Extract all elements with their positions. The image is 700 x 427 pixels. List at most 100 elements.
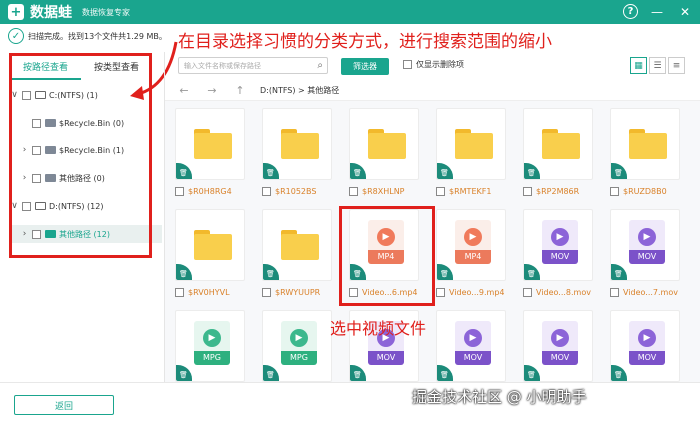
deleted-badge-icon: 🗑 (611, 264, 627, 280)
deleted-badge-icon: 🗑 (437, 264, 453, 280)
list-view-icon[interactable]: ☰ (649, 57, 666, 74)
folder-card[interactable]: 🗑 (523, 108, 593, 180)
file-card[interactable]: ▶ MPG 🗑 (262, 310, 332, 382)
only-deleted-toggle[interactable]: 仅显示删除项 (403, 59, 464, 70)
deleted-badge-icon: 🗑 (437, 163, 453, 179)
deleted-badge-icon: 🗑 (524, 264, 540, 280)
file-card[interactable]: ▶ MPG 🗑 (175, 310, 245, 382)
file-name: $RV0HYVL (188, 288, 230, 297)
nav-bar: ← → ↑ D:(NTFS) > 其他路径 (165, 80, 700, 100)
folder-card[interactable]: 🗑 (175, 209, 245, 281)
file-caption[interactable]: $RV0HYVL (175, 288, 230, 297)
folder-icon (194, 129, 232, 159)
grid-view-icon[interactable]: ▦ (630, 57, 647, 74)
checkbox[interactable] (262, 288, 271, 297)
checkbox[interactable] (436, 288, 445, 297)
file-type-label: MOV (542, 351, 578, 365)
file-caption[interactable]: $R0H8RG4 (175, 187, 232, 196)
video-file-icon: ▶ MPG (281, 321, 317, 365)
view-toggle: ▦ ☰ ≡ (628, 57, 685, 74)
file-name: Video...7.mov (623, 288, 678, 297)
deleted-badge-icon: 🗑 (176, 365, 192, 381)
file-caption[interactable]: Video...9.mp4 (436, 288, 505, 297)
up-arrow-icon[interactable]: ↑ (231, 84, 249, 97)
file-type-label: MP4 (455, 250, 491, 264)
folder-card[interactable]: 🗑 (436, 108, 506, 180)
back-arrow-icon[interactable]: ← (175, 84, 193, 97)
annotation-top: 在目录选择习惯的分类方式，进行搜索范围的缩小 (178, 32, 552, 52)
checkbox[interactable] (175, 288, 184, 297)
video-file-icon: ▶ MOV (455, 321, 491, 365)
deleted-badge-icon: 🗑 (350, 163, 366, 179)
file-card[interactable]: ▶ MOV 🗑 (523, 310, 593, 382)
checkbox[interactable] (610, 187, 619, 196)
file-type-label: MPG (281, 351, 317, 365)
video-file-icon: ▶ MOV (542, 220, 578, 264)
filter-button[interactable]: 筛选器 (341, 58, 389, 75)
search-icon[interactable]: ⌕ (317, 60, 323, 71)
file-card[interactable]: ▶ MP4 🗑 (436, 209, 506, 281)
video-file-icon: ▶ MPG (194, 321, 230, 365)
file-name: $R1052BS (275, 187, 317, 196)
close-button[interactable]: ✕ (676, 3, 694, 21)
deleted-badge-icon: 🗑 (611, 163, 627, 179)
detail-view-icon[interactable]: ≡ (668, 57, 685, 74)
forward-arrow-icon[interactable]: → (203, 84, 221, 97)
checkbox[interactable] (523, 288, 532, 297)
checkbox[interactable] (403, 60, 412, 69)
file-name: Video...8.mov (536, 288, 591, 297)
file-card[interactable]: ▶ MOV 🗑 (610, 310, 680, 382)
folder-icon (281, 129, 319, 159)
checkbox[interactable] (523, 187, 532, 196)
file-card[interactable]: ▶ MOV 🗑 (523, 209, 593, 281)
folder-icon (629, 129, 667, 159)
video-file-icon: ▶ MOV (629, 321, 665, 365)
file-card[interactable]: ▶ MOV 🗑 (436, 310, 506, 382)
folder-card[interactable]: 🗑 (610, 108, 680, 180)
help-icon[interactable]: ? (623, 4, 638, 19)
checkbox[interactable] (175, 187, 184, 196)
checkbox[interactable] (436, 187, 445, 196)
checkbox[interactable] (349, 187, 358, 196)
checkbox[interactable] (262, 187, 271, 196)
file-name: $RWYUUPR (275, 288, 321, 297)
file-caption[interactable]: Video...8.mov (523, 288, 591, 297)
file-caption[interactable]: $RP2M86R (523, 187, 579, 196)
file-type-label: MOV (542, 250, 578, 264)
checkbox[interactable] (610, 288, 619, 297)
file-name: $R0H8RG4 (188, 187, 232, 196)
back-button[interactable]: 返回 (14, 395, 114, 415)
deleted-badge-icon: 🗑 (263, 264, 279, 280)
deleted-badge-icon: 🗑 (263, 163, 279, 179)
file-caption[interactable]: $R8XHLNP (349, 187, 405, 196)
deleted-badge-icon: 🗑 (524, 163, 540, 179)
folder-card[interactable]: 🗑 (175, 108, 245, 180)
file-caption[interactable]: Video...7.mov (610, 288, 678, 297)
file-caption[interactable]: $RWYUUPR (262, 288, 320, 297)
deleted-badge-icon: 🗑 (611, 365, 627, 381)
deleted-badge-icon: 🗑 (437, 365, 453, 381)
deleted-badge-icon: 🗑 (176, 163, 192, 179)
file-caption[interactable]: $R1052BS (262, 187, 316, 196)
deleted-badge-icon: 🗑 (176, 264, 192, 280)
deleted-badge-icon: 🗑 (263, 365, 279, 381)
folder-icon (368, 129, 406, 159)
file-type-label: MOV (368, 351, 404, 365)
folder-card[interactable]: 🗑 (262, 108, 332, 180)
file-name: $RP2M86R (536, 187, 580, 196)
deleted-badge-icon: 🗑 (524, 365, 540, 381)
file-caption[interactable]: $RMTEKF1 (436, 187, 491, 196)
file-caption[interactable]: $RUZD8B0 (610, 187, 667, 196)
folder-card[interactable]: 🗑 (262, 209, 332, 281)
minimize-button[interactable]: — (648, 3, 666, 21)
file-name: $RUZD8B0 (623, 187, 667, 196)
deleted-badge-icon: 🗑 (350, 365, 366, 381)
search-box[interactable]: ⌕ (178, 57, 328, 74)
app-subtitle: 数据恢复专家 (82, 7, 130, 17)
folder-card[interactable]: 🗑 (349, 108, 419, 180)
folder-icon (194, 230, 232, 260)
file-card[interactable]: ▶ MOV 🗑 (610, 209, 680, 281)
search-input[interactable] (184, 61, 309, 70)
highlight-box-selected-file (339, 206, 435, 306)
file-type-label: MOV (629, 351, 665, 365)
